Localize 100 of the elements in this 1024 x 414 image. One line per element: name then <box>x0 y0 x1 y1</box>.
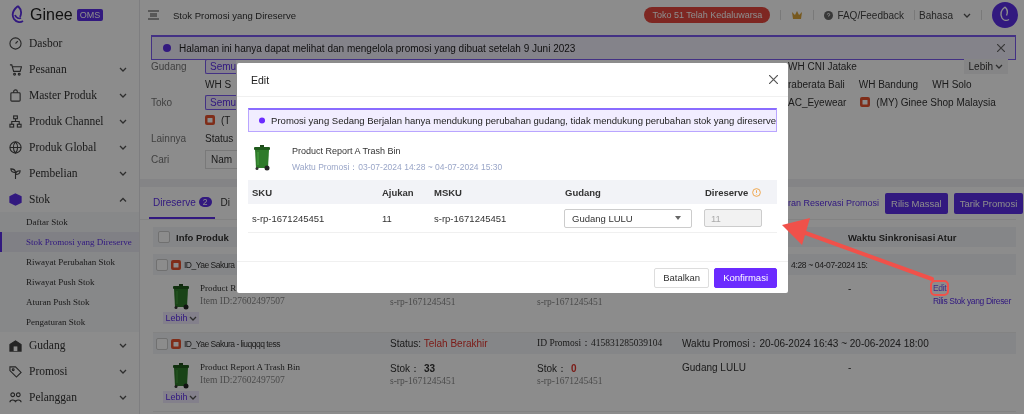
checkbox[interactable] <box>156 258 168 271</box>
expand-icon <box>119 144 127 150</box>
shop-icon <box>860 97 871 107</box>
tag-icon <box>9 364 22 378</box>
sidebar-item[interactable]: Produk Global <box>0 134 139 160</box>
gauge-icon <box>9 36 22 50</box>
crown-icon[interactable] <box>791 10 804 20</box>
item-id: Item ID:27602497507 <box>200 375 286 385</box>
filter-chip[interactable]: WH Solo <box>932 77 972 91</box>
filter-chip[interactable]: Semu <box>205 94 237 110</box>
more-button[interactable]: Lebih <box>163 312 199 324</box>
tab[interactable]: Di <box>216 187 230 219</box>
shop-icon <box>171 338 181 349</box>
sidebar-item[interactable]: Pembelian <box>0 160 139 186</box>
dialog-button[interactable]: Batalkan <box>654 267 710 288</box>
sidebar-subitem[interactable]: Aturan Push Stok <box>0 292 139 312</box>
tab[interactable]: Direserve 2 <box>149 187 215 219</box>
expiry-badge[interactable]: Toko 51 Telah Kedaluwarsa <box>644 7 771 23</box>
collapse-icon <box>119 196 127 202</box>
sidebar-subitem[interactable]: Stok Promosi yang Direserve <box>0 232 139 252</box>
reservation-link[interactable]: ran Reservasi Promosi <box>788 198 880 208</box>
shop-icon <box>205 115 215 125</box>
filter-chip[interactable]: AC_Eyewear <box>788 95 847 109</box>
sku-text: s-rp-1671245451 <box>390 376 456 386</box>
filter-chip[interactable]: WH S <box>205 77 232 91</box>
logo-icon <box>10 5 26 25</box>
sidebar-item[interactable]: Master Produk <box>0 82 139 108</box>
action-link[interactable]: Rilis Stok yang Direser <box>933 296 1011 306</box>
language-menu[interactable]: Bahasa <box>919 9 953 21</box>
count-badge: 2 <box>198 197 212 207</box>
info-icon <box>163 44 171 52</box>
filter-chip[interactable]: (MY) Ginee Shop Malaysia <box>860 95 996 109</box>
info-icon <box>259 117 266 124</box>
caret-icon <box>963 12 971 18</box>
sprout-icon <box>9 166 22 180</box>
close-icon[interactable] <box>769 75 778 84</box>
sidebar-item[interactable]: Gudang <box>0 332 139 358</box>
dialog-button[interactable]: Konfirmasi <box>714 267 777 288</box>
sidebar-subitem[interactable]: Riwayat Push Stok <box>0 272 139 292</box>
shop-name: ID_Yae Sakura - liuqqqq tess <box>184 338 280 349</box>
column-header: MSKU <box>433 186 463 198</box>
action-button[interactable]: Rilis Massal <box>885 192 948 214</box>
avatar-icon[interactable] <box>992 2 1018 28</box>
people-icon <box>9 390 22 404</box>
filter-label: Gudang <box>151 60 187 72</box>
column-header: SKU <box>251 186 274 198</box>
action-link[interactable]: Edit <box>933 283 947 293</box>
sidebar-subitem[interactable]: Daftar Stok <box>0 212 139 232</box>
filter-label: Toko <box>151 96 173 108</box>
filter-chip[interactable]: (T <box>205 113 231 127</box>
expand-icon <box>119 342 127 348</box>
sidebar-item[interactable]: Stok <box>0 186 139 212</box>
column-header: Direserve <box>701 186 777 198</box>
expand-icon <box>119 92 127 98</box>
sidebar-subitem[interactable]: Pengaturan Stok <box>0 312 139 332</box>
stock-text: Stok： 33 <box>390 362 436 373</box>
sidebar-item[interactable]: Pesanan <box>0 56 139 82</box>
cart-icon <box>9 62 22 76</box>
checkbox[interactable] <box>158 231 170 243</box>
sidebar-item[interactable]: Pelanggan <box>0 384 139 410</box>
sidebar-item[interactable]: Produk Channel <box>0 108 139 134</box>
promotion-time: Waktu Promosi：03-07-2024 14:28 ~ 04-07-2024 15:30 <box>292 162 503 174</box>
filter-chip[interactable]: WH Bandung <box>858 77 919 91</box>
help-icon[interactable] <box>824 10 834 20</box>
sidebar-subitem[interactable]: Riwayat Perubahan Stok <box>0 252 139 272</box>
logo-badge: OMS <box>76 9 104 21</box>
column-header: Gudang <box>564 186 602 198</box>
sidebar-item[interactable]: Dasbor <box>0 30 139 56</box>
item-id: Item ID:27602497507 <box>200 296 285 306</box>
page-title: Stok Promosi yang Direserve <box>173 9 297 21</box>
shop-icon <box>171 259 181 270</box>
column-header: Waktu Sinkronisasi <box>848 231 937 243</box>
expand-icon <box>119 170 127 176</box>
more-button[interactable]: Lebih <box>163 391 199 403</box>
help-link[interactable]: FAQ/Feedback <box>837 9 905 21</box>
menu-icon[interactable] <box>148 10 159 20</box>
action-button[interactable]: Tarik Promosi <box>953 192 1024 214</box>
stock-text: Stok： 0 <box>537 362 577 373</box>
notice-text: Promosi yang Sedang Berjalan hanya mendukung perubahan gudang, tidak mendukung perubahan stok yang direserve <box>271 115 776 126</box>
globe-icon <box>9 140 22 154</box>
warehouse-icon <box>9 338 22 352</box>
filter-label: Cari <box>151 153 170 165</box>
warehouse-select[interactable]: Gudang LULU <box>564 208 692 228</box>
box-icon <box>9 192 22 206</box>
column-header: Info Produk <box>176 231 229 243</box>
table-cell-text: 11 <box>381 212 393 224</box>
sync-time: - <box>848 362 852 373</box>
checkbox[interactable] <box>156 337 168 350</box>
caret-icon <box>675 216 681 220</box>
column-header: Atur <box>937 231 958 243</box>
column-header: Ajukan <box>381 186 415 198</box>
sidebar-item[interactable]: Promosi <box>0 358 139 384</box>
filter-chip[interactable]: WH CNI Jatake <box>788 59 857 73</box>
sitemap-icon <box>9 114 22 128</box>
close-icon[interactable] <box>997 44 1005 52</box>
filter-chip[interactable]: raberata Bali <box>788 77 845 91</box>
shop-name: ID_Yae Sakura <box>184 259 235 270</box>
dialog-title: Edit <box>251 73 270 86</box>
filter-chip[interactable]: Status <box>205 131 234 145</box>
table-cell-text: s-rp-1671245451 <box>433 212 508 224</box>
